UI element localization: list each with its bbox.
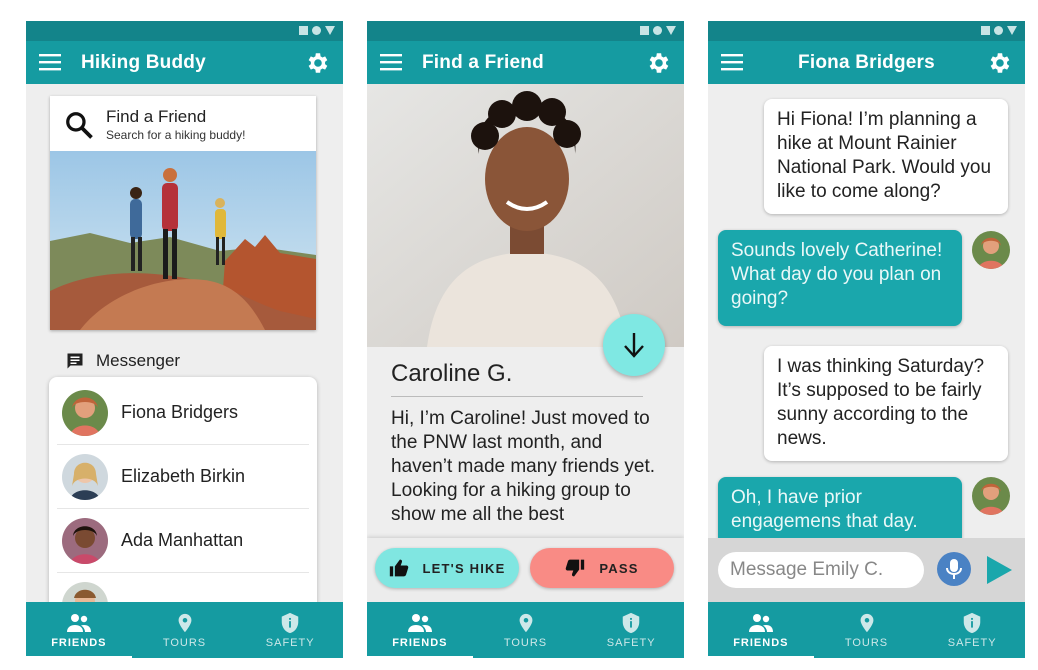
profile-photo: [367, 84, 684, 347]
signal-icon: [666, 26, 676, 35]
app-bar: Fiona Bridgers: [708, 41, 1025, 84]
avatar: [62, 517, 108, 564]
card-subtitle: Search for a hiking buddy!: [106, 128, 246, 142]
status-bar: [26, 21, 343, 41]
shield-icon: [619, 612, 643, 634]
status-icon: [994, 26, 1003, 35]
avatar: [62, 389, 108, 436]
lets-hike-button[interactable]: LET'S HIKE: [375, 548, 519, 588]
bottom-nav: FRIENDS TOURS SAFETY: [367, 602, 684, 658]
people-icon: [67, 612, 91, 634]
status-icon: [312, 26, 321, 35]
nav-friends[interactable]: FRIENDS: [26, 602, 132, 658]
gear-icon[interactable]: [986, 50, 1012, 76]
avatar: [972, 477, 1010, 515]
signal-icon: [325, 26, 335, 35]
status-icon: [653, 26, 662, 35]
message-outgoing: I was thinking Saturday? It’s supposed t…: [764, 346, 1008, 461]
gear-icon[interactable]: [645, 50, 671, 76]
thumb-up-icon: [389, 559, 408, 577]
nav-label: SAFETY: [606, 636, 656, 649]
nav-label: TOURS: [503, 636, 548, 649]
status-bar: [367, 21, 684, 41]
nav-label: SAFETY: [265, 636, 315, 649]
send-icon[interactable]: [985, 555, 1013, 585]
button-label: PASS: [599, 560, 639, 576]
message-incoming: Sounds lovely Catherine! What day do you…: [718, 230, 962, 326]
messenger-label: Messenger: [96, 351, 181, 370]
scroll-down-button[interactable]: [603, 314, 665, 376]
chat-title: Fiona Bridgers: [798, 52, 935, 73]
nav-label: TOURS: [162, 636, 207, 649]
button-label: LET'S HIKE: [422, 560, 506, 576]
nav-label: SAFETY: [947, 636, 997, 649]
arrow-down-icon: [624, 333, 644, 358]
nav-safety[interactable]: SAFETY: [578, 602, 684, 658]
nav-label: TOURS: [844, 636, 889, 649]
message-incoming: Oh, I have prior engagemens that day.: [718, 477, 962, 545]
contact-name: Ada Manhattan: [121, 530, 244, 550]
menu-icon[interactable]: [39, 53, 61, 71]
nav-label: FRIENDS: [733, 636, 789, 649]
people-icon: [749, 612, 773, 634]
nav-safety[interactable]: SAFETY: [237, 602, 343, 658]
location-pin-icon: [514, 612, 538, 634]
status-bar: [708, 21, 1025, 41]
card-title: Find a Friend: [106, 107, 207, 126]
message-composer: Message Emily C.: [708, 538, 1025, 602]
contact-item-elizabeth[interactable]: Elizabeth Birkin: [57, 445, 309, 509]
profile-bio: Hi, I’m Caroline! Just moved to the PNW …: [391, 408, 656, 525]
shield-icon: [278, 612, 302, 634]
screen-chat: Fiona Bridgers Hi Fiona! I’m planning a …: [708, 21, 1025, 658]
app-title: Find a Friend: [422, 52, 544, 73]
nav-safety[interactable]: SAFETY: [919, 602, 1025, 658]
hikers-photo: [50, 151, 316, 330]
bottom-nav: FRIENDS TOURS SAFETY: [26, 602, 343, 658]
status-icon: [640, 26, 649, 35]
shield-icon: [960, 612, 984, 634]
app-title: Hiking Buddy: [81, 52, 206, 73]
nav-friends[interactable]: FRIENDS: [367, 602, 473, 658]
contact-list: Fiona Bridgers Elizabeth Birkin Ada Manh…: [49, 377, 317, 617]
mic-button[interactable]: [937, 552, 971, 586]
contact-item-ada[interactable]: Ada Manhattan: [57, 509, 309, 573]
contact-name: Elizabeth Birkin: [121, 466, 246, 486]
nav-label: FRIENDS: [392, 636, 448, 649]
screen-find-friend: Find a Friend Caroline G. Hi, I’m Caroli…: [367, 21, 684, 658]
profile-name: Caroline G.: [391, 360, 513, 387]
nav-tours[interactable]: TOURS: [473, 602, 579, 658]
thumb-down-icon: [566, 559, 585, 577]
location-pin-icon: [855, 612, 879, 634]
bottom-nav: FRIENDS TOURS SAFETY: [708, 602, 1025, 658]
message-input[interactable]: Message Emily C.: [718, 552, 924, 588]
nav-tours[interactable]: TOURS: [814, 602, 920, 658]
nav-friends[interactable]: FRIENDS: [708, 602, 814, 658]
nav-label: FRIENDS: [51, 636, 107, 649]
avatar: [972, 231, 1010, 269]
contact-item-fiona[interactable]: Fiona Bridgers: [57, 381, 309, 445]
avatar: [62, 453, 108, 500]
pass-button[interactable]: PASS: [530, 548, 674, 588]
messenger-header: Messenger: [66, 351, 180, 371]
people-icon: [408, 612, 432, 634]
status-icon: [981, 26, 990, 35]
location-pin-icon: [173, 612, 197, 634]
app-bar: Find a Friend: [367, 41, 684, 84]
contact-name: Fiona Bridgers: [121, 402, 239, 422]
divider: [391, 396, 643, 397]
find-friend-card[interactable]: Find a Friend Search for a hiking buddy!: [50, 96, 316, 330]
nav-tours[interactable]: TOURS: [132, 602, 238, 658]
screen-home: Hiking Buddy Find a Friend Search for a …: [26, 21, 343, 658]
gear-icon[interactable]: [304, 50, 330, 76]
menu-icon[interactable]: [380, 53, 402, 71]
status-icon: [299, 26, 308, 35]
search-icon: [66, 112, 93, 139]
action-bar: LET'S HIKE PASS: [367, 538, 684, 602]
mic-icon: [946, 559, 962, 579]
signal-icon: [1007, 26, 1017, 35]
app-bar: Hiking Buddy: [26, 41, 343, 84]
chat-icon: [67, 353, 83, 369]
message-outgoing: Hi Fiona! I’m planning a hike at Mount R…: [764, 99, 1008, 214]
